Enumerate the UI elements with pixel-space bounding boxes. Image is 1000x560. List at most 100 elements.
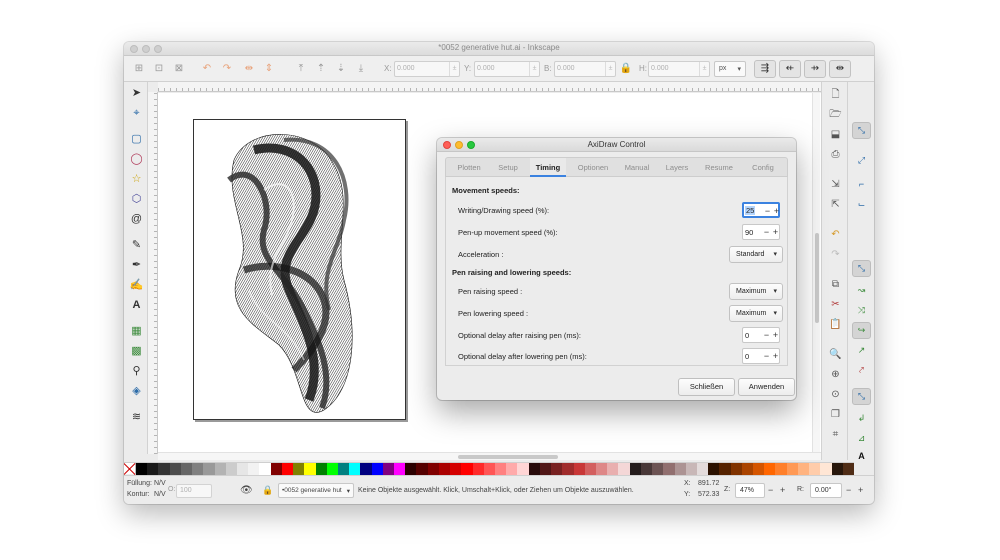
color-swatch[interactable] bbox=[495, 463, 507, 475]
vertical-scrollbar[interactable] bbox=[812, 93, 820, 453]
duplicate-icon[interactable]: ❐ bbox=[829, 408, 842, 421]
color-swatch[interactable] bbox=[236, 463, 249, 475]
rotation-decrease-button[interactable]: − bbox=[846, 485, 851, 495]
color-swatch[interactable] bbox=[741, 463, 754, 475]
tweak-tool-icon[interactable]: ≋ bbox=[129, 410, 144, 425]
color-swatch[interactable] bbox=[438, 463, 451, 475]
horizontal-scrollbar[interactable] bbox=[158, 452, 822, 460]
delay-lower-increment[interactable]: + bbox=[770, 350, 781, 362]
flip-horizontal-icon[interactable]: ⇹ bbox=[242, 62, 256, 76]
lower-to-bottom-icon[interactable]: ⤓ bbox=[354, 62, 368, 76]
unit-select[interactable]: px ▾ bbox=[714, 61, 746, 77]
height-field[interactable]: 0.000 ± bbox=[648, 61, 710, 77]
pen-tool-icon[interactable]: ✒ bbox=[129, 258, 144, 273]
color-swatch[interactable] bbox=[180, 463, 193, 475]
color-swatch[interactable] bbox=[640, 463, 653, 475]
width-stepper[interactable]: ± bbox=[605, 62, 615, 76]
open-icon[interactable]: 🗁 bbox=[829, 108, 842, 121]
paste-icon[interactable]: 📋 bbox=[829, 318, 842, 331]
color-swatch[interactable] bbox=[674, 463, 686, 475]
color-swatch[interactable] bbox=[382, 463, 395, 475]
3d-box-tool-icon[interactable]: ⬡ bbox=[129, 192, 144, 207]
color-swatch[interactable] bbox=[809, 463, 821, 475]
color-swatch[interactable] bbox=[326, 463, 338, 475]
no-color-swatch[interactable] bbox=[124, 463, 136, 474]
color-swatch[interactable] bbox=[192, 463, 204, 475]
tab-config[interactable]: Config bbox=[748, 158, 778, 177]
move-gradients-button[interactable]: ⇸ bbox=[804, 60, 826, 78]
select-all-icon[interactable]: ⊞ bbox=[132, 62, 146, 76]
snap-rotation-center-icon[interactable]: ↲ bbox=[852, 410, 871, 427]
acceleration-select[interactable]: Standard ▾ bbox=[729, 246, 783, 263]
color-swatch[interactable] bbox=[147, 463, 159, 475]
zoom-selection-icon[interactable]: 🔍 bbox=[829, 348, 842, 361]
color-swatch[interactable] bbox=[270, 463, 282, 475]
node-tool-icon[interactable]: ⌖ bbox=[129, 106, 144, 121]
color-swatch[interactable] bbox=[371, 463, 383, 475]
copy-icon[interactable]: ⧉ bbox=[829, 278, 842, 291]
save-icon[interactable]: ⬓ bbox=[829, 128, 842, 141]
zoom-drawing-icon[interactable]: ⊕ bbox=[829, 368, 842, 381]
tab-layers[interactable]: Layers bbox=[662, 158, 692, 177]
color-swatch[interactable] bbox=[461, 463, 473, 475]
color-swatch[interactable] bbox=[517, 463, 529, 475]
color-swatch[interactable] bbox=[595, 463, 608, 475]
deselect-icon[interactable]: ⊠ bbox=[172, 62, 186, 76]
rotation-field[interactable]: 0.00° bbox=[810, 483, 842, 498]
color-swatch[interactable] bbox=[405, 463, 417, 475]
zoom-field[interactable]: 47% bbox=[735, 483, 765, 498]
snap-smooth-icon[interactable]: ↗ bbox=[852, 342, 871, 359]
color-swatch[interactable] bbox=[753, 463, 765, 475]
spiral-tool-icon[interactable]: @ bbox=[129, 212, 144, 227]
pen-lowering-select[interactable]: Maximum ▾ bbox=[729, 305, 783, 322]
color-swatch[interactable] bbox=[539, 463, 552, 475]
horizontal-ruler[interactable] bbox=[158, 82, 834, 92]
layer-select[interactable]: •0052 generative hut ▾ bbox=[278, 483, 354, 498]
flip-vertical-icon[interactable]: ⇕ bbox=[262, 62, 276, 76]
color-swatch[interactable] bbox=[304, 463, 316, 475]
color-swatch[interactable] bbox=[281, 463, 294, 475]
vertical-scroll-thumb[interactable] bbox=[815, 233, 819, 323]
snap-cusp-icon[interactable]: ↪ bbox=[852, 322, 871, 339]
snap-enable-icon[interactable]: ⤡ bbox=[852, 122, 871, 139]
tab-optionen[interactable]: Optionen bbox=[574, 158, 612, 177]
color-swatch[interactable] bbox=[136, 463, 148, 475]
color-swatch[interactable] bbox=[708, 463, 720, 475]
move-patterns-button[interactable]: ⇹ bbox=[829, 60, 851, 78]
color-swatch[interactable] bbox=[394, 463, 406, 475]
delay-raise-increment[interactable]: + bbox=[770, 329, 781, 341]
lock-ratio-icon[interactable]: 🔒 bbox=[619, 62, 633, 76]
snap-bbox-corner-icon[interactable]: ⌙ bbox=[852, 196, 871, 213]
tab-timing[interactable]: Timing bbox=[530, 158, 566, 177]
color-swatch[interactable] bbox=[820, 463, 832, 475]
color-swatch[interactable] bbox=[360, 463, 372, 475]
color-swatch[interactable] bbox=[315, 463, 327, 475]
eye-icon[interactable]: 👁 bbox=[240, 485, 253, 496]
scale-corners-button[interactable]: ⇷ bbox=[779, 60, 801, 78]
color-swatch[interactable] bbox=[427, 463, 439, 475]
color-swatch[interactable] bbox=[349, 463, 361, 475]
color-swatch[interactable] bbox=[764, 463, 776, 475]
snap-intersection-icon[interactable]: ⤨ bbox=[852, 302, 871, 319]
close-button[interactable]: Schließen bbox=[678, 378, 735, 396]
color-swatch[interactable] bbox=[730, 463, 742, 475]
text-tool-icon[interactable]: A bbox=[129, 298, 144, 313]
color-swatch[interactable] bbox=[337, 463, 350, 475]
rotation-increase-button[interactable]: + bbox=[858, 485, 863, 495]
color-swatch[interactable] bbox=[584, 463, 596, 475]
color-swatch[interactable] bbox=[562, 463, 574, 475]
color-swatch[interactable] bbox=[483, 463, 495, 475]
redo-icon[interactable]: ↷ bbox=[829, 248, 842, 261]
scale-stroke-button[interactable]: ⇶ bbox=[754, 60, 776, 78]
lower-icon[interactable]: ⇣ bbox=[334, 62, 348, 76]
color-swatch[interactable] bbox=[416, 463, 428, 475]
zoom-increase-button[interactable]: + bbox=[780, 485, 785, 495]
opacity-field[interactable]: 100 bbox=[176, 484, 212, 498]
undo-icon[interactable]: ↶ bbox=[829, 228, 842, 241]
tab-manual[interactable]: Manual bbox=[622, 158, 652, 177]
color-swatch[interactable] bbox=[573, 463, 585, 475]
penup-speed-field[interactable]: 90 − + bbox=[742, 224, 780, 240]
apply-button[interactable]: Anwenden bbox=[738, 378, 795, 396]
x-field[interactable]: 0.000 ± bbox=[394, 61, 460, 77]
rotate-cw-icon[interactable]: ↷ bbox=[220, 62, 234, 76]
